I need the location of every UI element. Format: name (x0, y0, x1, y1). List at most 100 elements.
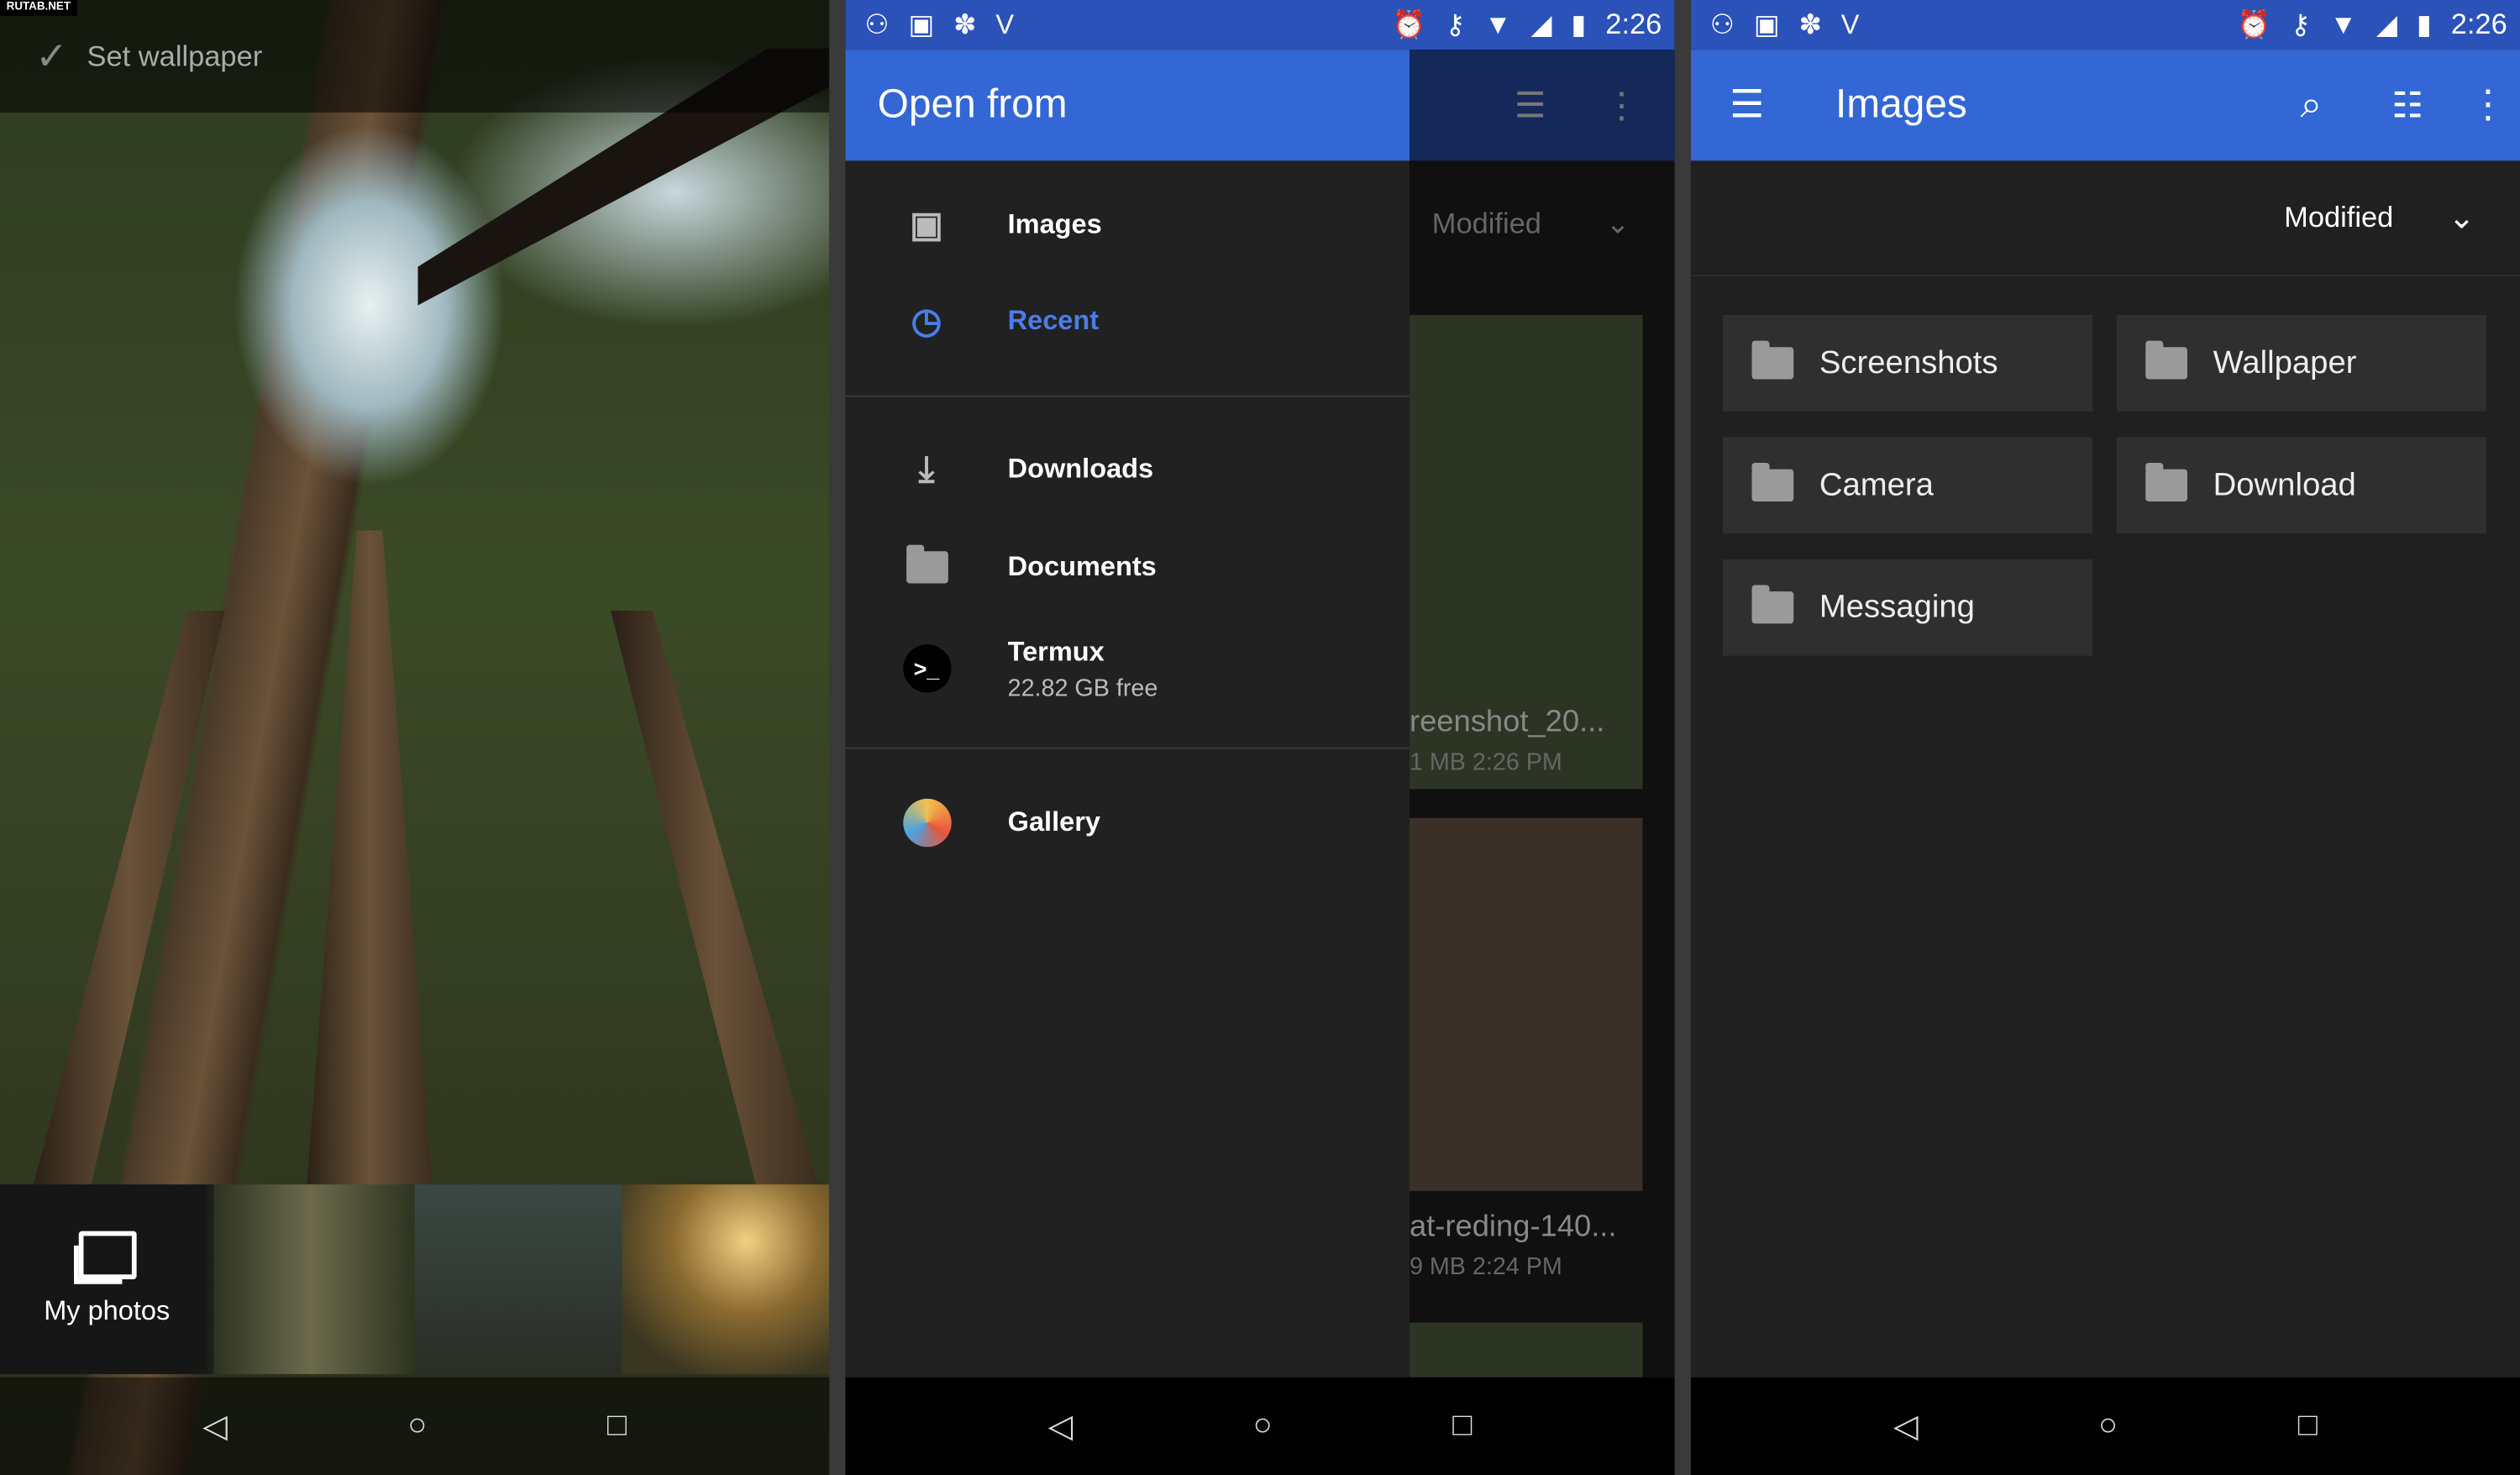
list-view-icon: ☰ (1514, 84, 1546, 125)
file-name: at-reding-140... (1409, 1210, 1617, 1244)
item-label: Images (1007, 208, 1102, 240)
divider (845, 395, 1410, 397)
drawer-title: Open from (845, 50, 1410, 161)
chevron-down-icon: ⌄ (2448, 201, 2475, 237)
item-label: Recent (1007, 305, 1100, 336)
folder-icon (1751, 585, 1794, 624)
dimmed-content: ☰ ⋮ Modified ⌄ reenshot_20... 1 MB 2:26 PM… (1409, 50, 1675, 1388)
home-icon[interactable]: ○ (1253, 1408, 1273, 1445)
chevron-down-icon: ⌄ (1605, 206, 1630, 239)
thumbnail-forest[interactable] (207, 1184, 415, 1374)
search-icon[interactable]: ⌕ (2263, 83, 2360, 129)
folder-download[interactable]: Download (2116, 437, 2486, 534)
folder-messaging[interactable]: Messaging (1723, 559, 2093, 656)
sort-label: Modified (2284, 201, 2394, 234)
folder-icon (845, 544, 1007, 584)
file-name: reenshot_20... (1409, 705, 1605, 740)
recents-icon[interactable]: □ (2298, 1408, 2318, 1445)
navigation-bar: ◁ ○ □ (1690, 1377, 2520, 1475)
navigation-bar: ◁ ○ □ (845, 1377, 1675, 1475)
item-label: Termux (1007, 635, 1105, 667)
key-icon: ⚷ (2290, 8, 2311, 39)
folder-name: Messaging (1819, 589, 1975, 625)
folder-icon (1751, 340, 1794, 380)
page-title: Images (1835, 81, 1967, 128)
folder-icon (1751, 463, 1794, 501)
wifi-icon: ▼ (2329, 8, 2357, 39)
folder-name: Wallpaper (2213, 344, 2357, 381)
signal-icon: ◢ (1530, 8, 1552, 39)
navigation-bar: ◁ ○ □ (0, 1377, 830, 1475)
file-meta: 9 MB 2:24 PM (1409, 1253, 1562, 1281)
back-icon[interactable]: ◁ (202, 1406, 227, 1446)
sort-label: Modified (1431, 206, 1541, 239)
more-icon: ⋮ (1604, 84, 1640, 125)
recents-icon[interactable]: □ (607, 1408, 627, 1445)
alarm-icon: ⏰ (1392, 8, 1426, 39)
terminal-icon: >_ (845, 644, 1007, 693)
thumbnail-dark-woods[interactable] (414, 1184, 622, 1374)
vpn-app-icon: V (995, 8, 1015, 39)
my-photos-label: My photos (44, 1295, 171, 1326)
voicemail-icon: ⚇ (864, 8, 890, 39)
watermark: RUTAB.NET (0, 0, 77, 17)
more-icon[interactable]: ⋮ (2456, 82, 2520, 129)
drawer-item-documents[interactable]: Documents (845, 519, 1410, 616)
item-label: Gallery (1007, 806, 1100, 837)
open-from-screen: ⚇ ▣ ✽ V ⏰ ⚷ ▼ ◢ ▮ 2:26 ☰ ⋮ Modified ⌄ reenshot_20.… (845, 0, 1675, 1475)
drawer-item-gallery[interactable]: Gallery (845, 774, 1410, 871)
voicemail-icon: ⚇ (1709, 8, 1735, 39)
folder-camera[interactable]: Camera (1723, 437, 2093, 534)
item-label: Downloads (1007, 453, 1154, 484)
list-view-icon[interactable]: ☷ (2360, 84, 2456, 126)
images-screen: ⚇ ▣ ✽ V ⏰ ⚷ ▼ ◢ ▮ 2:26 ☰ Images ⌕ ☷ ⋮ Modified ⌄ … (1690, 0, 2520, 1475)
status-bar: ⚇ ▣ ✽ V ⏰ ⚷ ▼ ◢ ▮ 2:26 (845, 0, 1675, 50)
folder-wallpaper[interactable]: Wallpaper (2116, 315, 2486, 412)
folder-icon (2145, 463, 2188, 501)
file-meta: 1 MB 2:26 PM (1409, 748, 1562, 777)
battery-icon: ▮ (1571, 8, 1587, 39)
clock-icon: ◷ (911, 300, 942, 341)
leaf-icon: ✽ (1798, 8, 1822, 39)
alarm-icon: ⏰ (2237, 8, 2271, 39)
key-icon: ⚷ (1445, 8, 1466, 39)
set-wallpaper-label: Set wallpaper (87, 39, 263, 72)
signal-icon: ◢ (2376, 8, 2397, 39)
folder-name: Screenshots (1819, 344, 1998, 381)
back-icon[interactable]: ◁ (1048, 1406, 1073, 1446)
thumbnail-sunlit-path[interactable] (622, 1184, 830, 1374)
image-icon: ▣ (910, 203, 943, 244)
image-notification-icon: ▣ (1753, 8, 1780, 39)
navigation-drawer: Open from ▣ Images ◷ Recent ⤓ Downloads Doc… (845, 50, 1410, 1378)
clock-time: 2:26 (2450, 8, 2507, 40)
item-label: Documents (1007, 551, 1157, 582)
home-icon[interactable]: ○ (407, 1408, 427, 1445)
download-icon: ⤓ (918, 448, 935, 489)
drawer-item-recent[interactable]: ◷ Recent (845, 273, 1410, 370)
drawer-item-downloads[interactable]: ⤓ Downloads (845, 421, 1410, 517)
drawer-item-images[interactable]: ▣ Images (845, 176, 1410, 273)
folder-screenshots[interactable]: Screenshots (1723, 315, 2093, 412)
leaf-icon: ✽ (953, 8, 977, 39)
home-icon[interactable]: ○ (2098, 1408, 2118, 1445)
check-icon: ✓ (35, 34, 68, 78)
wifi-icon: ▼ (1484, 8, 1512, 39)
storage-free-label: 22.82 GB free (1007, 674, 1158, 702)
image-notification-icon: ▣ (908, 8, 935, 39)
status-bar: ⚇ ▣ ✽ V ⏰ ⚷ ▼ ◢ ▮ 2:26 (1690, 0, 2520, 50)
folder-name: Camera (1819, 466, 1934, 502)
divider (845, 747, 1410, 749)
recents-icon[interactable]: □ (1452, 1408, 1472, 1445)
my-photos-button[interactable]: My photos (0, 1184, 214, 1374)
sort-dropdown[interactable]: Modified ⌄ (1690, 160, 2520, 277)
battery-icon: ▮ (2416, 8, 2432, 39)
vpn-app-icon: V (1840, 8, 1860, 39)
wallpaper-picker-screen: ✓ Set wallpaper RUTAB.NET My photos ◁ ○ □ (0, 0, 830, 1475)
set-wallpaper-button[interactable]: ✓ Set wallpaper (0, 0, 830, 113)
menu-icon[interactable]: ☰ (1691, 82, 1803, 129)
gallery-icon (845, 798, 1007, 848)
folder-icon (2145, 340, 2188, 380)
back-icon[interactable]: ◁ (1893, 1406, 1918, 1446)
drawer-item-termux[interactable]: >_ Termux 22.82 GB free (845, 621, 1410, 717)
folder-name: Download (2213, 466, 2356, 502)
